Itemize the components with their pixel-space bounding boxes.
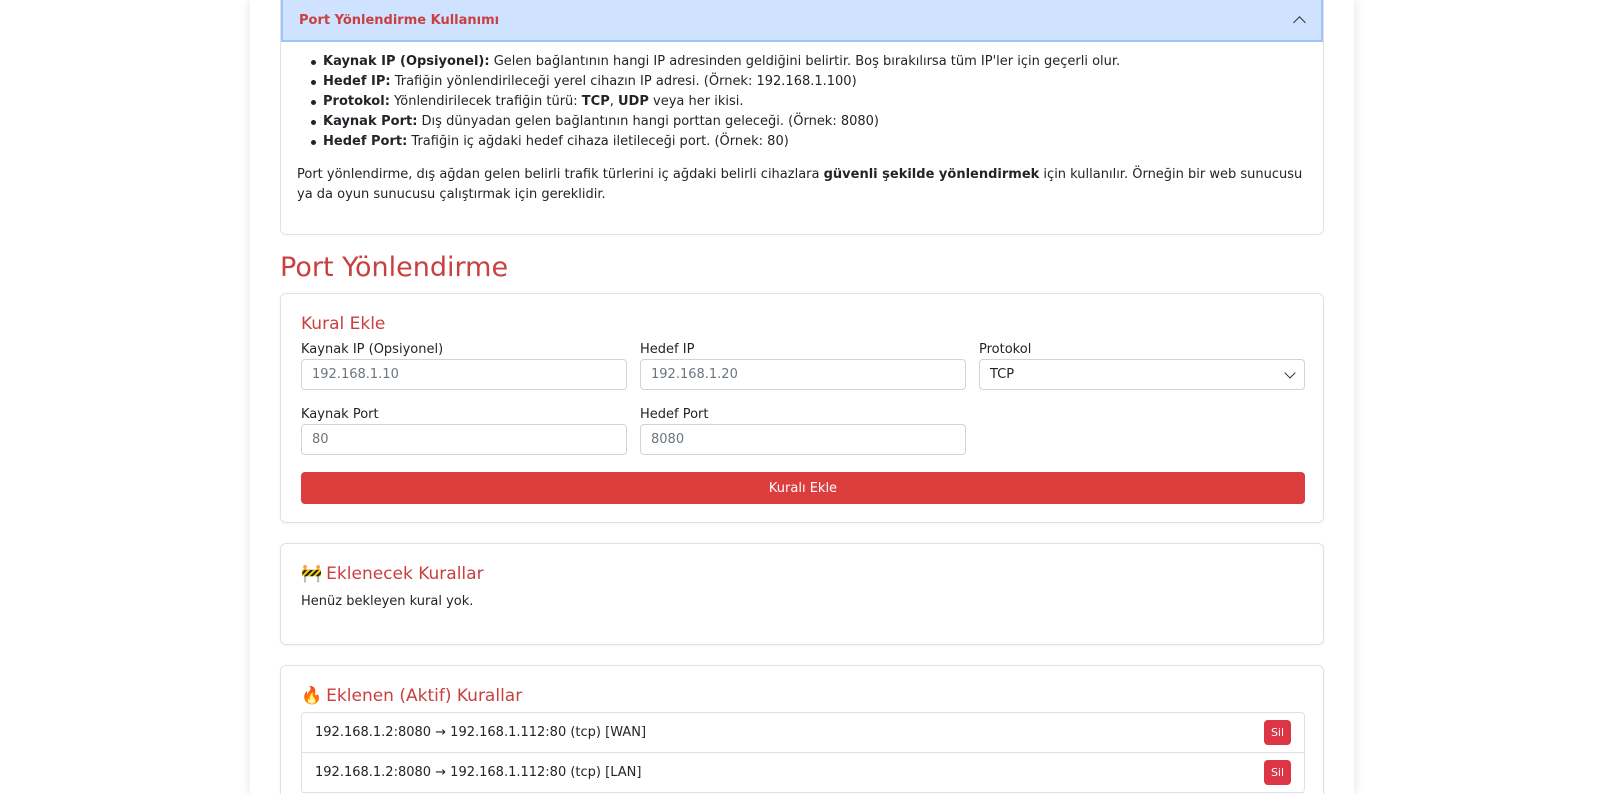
item-term: Kaynak Port: bbox=[323, 114, 418, 129]
pending-rules-title: 🚧 Eklenecek Kurallar bbox=[301, 564, 484, 584]
pending-empty-text: Henüz bekleyen kural yok. bbox=[301, 594, 474, 609]
protocol-group: Protokol TCP bbox=[979, 342, 1305, 390]
fire-icon: 🔥 bbox=[301, 686, 323, 706]
source-port-input[interactable]: 80 bbox=[301, 424, 627, 455]
tcp-text: TCP bbox=[581, 94, 610, 109]
page-title: Port Yönlendirme bbox=[280, 252, 509, 283]
active-title-text: Eklenen (Aktif) Kurallar bbox=[326, 686, 523, 706]
item-desc: veya her ikisi. bbox=[648, 94, 744, 109]
separator-text: , bbox=[609, 94, 618, 109]
add-rule-card: Kural Ekle Kaynak IP (Opsiyonel) 192.168… bbox=[280, 293, 1324, 523]
delete-rule-button[interactable]: Sil bbox=[1264, 720, 1291, 745]
item-desc: Yönlendirilecek trafiğin türü: bbox=[389, 94, 582, 109]
chevron-down-icon bbox=[1284, 366, 1296, 379]
dest-ip-group: Hedef IP 192.168.1.20 bbox=[640, 342, 966, 390]
dest-port-group: Hedef Port 8080 bbox=[640, 407, 966, 455]
list-item: Kaynak IP (Opsiyonel): Gelen bağlantının… bbox=[311, 52, 1307, 72]
source-port-group: Kaynak Port 80 bbox=[301, 407, 627, 455]
para-text: Port yönlendirme, dış ağdan gelen belirl… bbox=[297, 167, 824, 182]
accordion-body: Kaynak IP (Opsiyonel): Gelen bağlantının… bbox=[281, 42, 1323, 215]
list-item: 192.168.1.2:8080 → 192.168.1.112:80 (tcp… bbox=[302, 713, 1304, 753]
protocol-label: Protokol bbox=[979, 342, 1032, 357]
usage-list: Kaynak IP (Opsiyonel): Gelen bağlantının… bbox=[311, 52, 1307, 152]
list-item: Hedef Port: Trafiğin iç ağdaki hedef cih… bbox=[311, 132, 1307, 152]
dest-ip-label: Hedef IP bbox=[640, 342, 695, 357]
usage-accordion: Port Yönlendirme Kullanımı Kaynak IP (Op… bbox=[280, 0, 1324, 235]
dest-port-label: Hedef Port bbox=[640, 407, 709, 422]
usage-paragraph: Port yönlendirme, dış ağdan gelen belirl… bbox=[297, 165, 1307, 205]
active-rules-list: 192.168.1.2:8080 → 192.168.1.112:80 (tcp… bbox=[301, 712, 1305, 793]
item-desc: Trafiğin iç ağdaki hedef cihaza iletilec… bbox=[407, 134, 789, 149]
pending-rules-card: 🚧 Eklenecek Kurallar Henüz bekleyen kural… bbox=[280, 543, 1324, 645]
add-rule-title: Kural Ekle bbox=[301, 314, 386, 334]
accordion-header[interactable]: Port Yönlendirme Kullanımı bbox=[281, 0, 1323, 42]
active-rules-card: 🔥 Eklenen (Aktif) Kurallar 192.168.1.2:80… bbox=[280, 665, 1324, 794]
item-term: Kaynak IP (Opsiyonel): bbox=[323, 54, 490, 69]
list-item: Kaynak Port: Dış dünyadan gelen bağlantı… bbox=[311, 112, 1307, 132]
construction-icon: 🚧 bbox=[301, 564, 323, 584]
protocol-value: TCP bbox=[990, 367, 1015, 382]
udp-text: UDP bbox=[618, 94, 649, 109]
item-term: Hedef Port: bbox=[323, 134, 408, 149]
list-item: Protokol: Yönlendirilecek trafiğin türü:… bbox=[311, 92, 1307, 112]
rule-text: 192.168.1.2:8080 → 192.168.1.112:80 (tcp… bbox=[315, 725, 647, 740]
source-ip-label: Kaynak IP (Opsiyonel) bbox=[301, 342, 444, 357]
active-rules-title: 🔥 Eklenen (Aktif) Kurallar bbox=[301, 686, 522, 706]
add-rule-button[interactable]: Kuralı Ekle bbox=[301, 472, 1305, 504]
page-container: Port Yönlendirme Kullanımı Kaynak IP (Op… bbox=[250, 0, 1354, 794]
delete-rule-button[interactable]: Sil bbox=[1264, 760, 1291, 785]
protocol-select[interactable]: TCP bbox=[979, 359, 1305, 390]
item-term: Hedef IP: bbox=[323, 74, 391, 89]
source-ip-input[interactable]: 192.168.1.10 bbox=[301, 359, 627, 390]
accordion-title: Port Yönlendirme Kullanımı bbox=[299, 12, 500, 28]
item-desc: Trafiğin yönlendirileceği yerel cihazın … bbox=[390, 74, 857, 89]
chevron-up-icon[interactable] bbox=[1293, 14, 1305, 26]
item-desc: Dış dünyadan gelen bağlantının hangi por… bbox=[417, 114, 880, 129]
pending-title-text: Eklenecek Kurallar bbox=[326, 564, 484, 584]
item-term: Protokol: bbox=[323, 94, 390, 109]
dest-port-input[interactable]: 8080 bbox=[640, 424, 966, 455]
list-item: 192.168.1.2:8080 → 192.168.1.112:80 (tcp… bbox=[302, 753, 1304, 793]
list-item: Hedef IP: Trafiğin yönlendirileceği yere… bbox=[311, 72, 1307, 92]
para-bold-text: güvenli şekilde yönlendirmek bbox=[823, 167, 1040, 182]
source-port-label: Kaynak Port bbox=[301, 407, 379, 422]
source-ip-group: Kaynak IP (Opsiyonel) 192.168.1.10 bbox=[301, 342, 627, 390]
dest-ip-input[interactable]: 192.168.1.20 bbox=[640, 359, 966, 390]
rule-text: 192.168.1.2:8080 → 192.168.1.112:80 (tcp… bbox=[315, 765, 642, 780]
item-desc: Gelen bağlantının hangi IP adresinden ge… bbox=[489, 54, 1121, 69]
